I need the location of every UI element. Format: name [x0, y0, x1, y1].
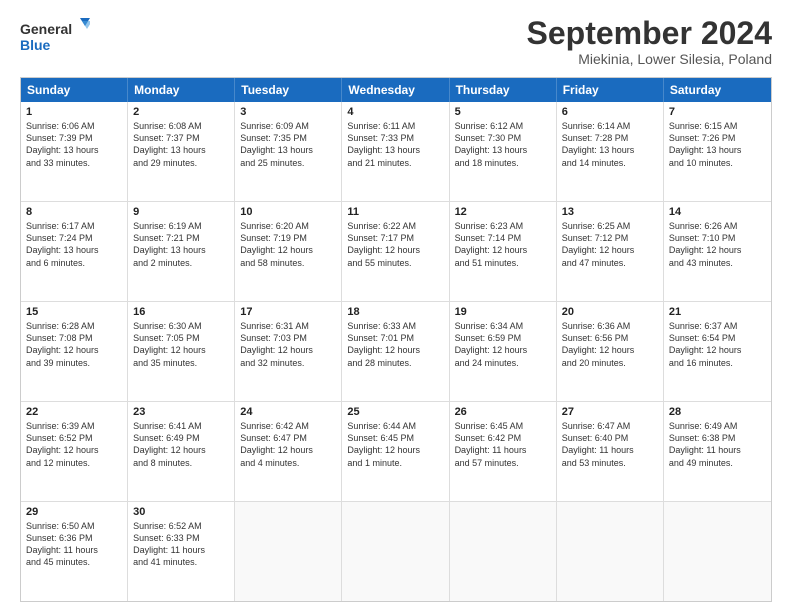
day-empty	[557, 502, 664, 601]
header-tuesday: Tuesday	[235, 78, 342, 102]
calendar-header: Sunday Monday Tuesday Wednesday Thursday…	[21, 78, 771, 102]
day-23: 23Sunrise: 6:41 AM Sunset: 6:49 PM Dayli…	[128, 402, 235, 501]
day-16: 16Sunrise: 6:30 AM Sunset: 7:05 PM Dayli…	[128, 302, 235, 401]
day-5: 5Sunrise: 6:12 AM Sunset: 7:30 PM Daylig…	[450, 102, 557, 201]
day-1: 1Sunrise: 6:06 AM Sunset: 7:39 PM Daylig…	[21, 102, 128, 201]
day-21: 21Sunrise: 6:37 AM Sunset: 6:54 PM Dayli…	[664, 302, 771, 401]
header-thursday: Thursday	[450, 78, 557, 102]
day-19: 19Sunrise: 6:34 AM Sunset: 6:59 PM Dayli…	[450, 302, 557, 401]
week-row-0: 1Sunrise: 6:06 AM Sunset: 7:39 PM Daylig…	[21, 102, 771, 202]
calendar: Sunday Monday Tuesday Wednesday Thursday…	[20, 77, 772, 602]
header-wednesday: Wednesday	[342, 78, 449, 102]
week-row-2: 15Sunrise: 6:28 AM Sunset: 7:08 PM Dayli…	[21, 302, 771, 402]
header-friday: Friday	[557, 78, 664, 102]
day-4: 4Sunrise: 6:11 AM Sunset: 7:33 PM Daylig…	[342, 102, 449, 201]
day-30: 30Sunrise: 6:52 AM Sunset: 6:33 PM Dayli…	[128, 502, 235, 601]
day-18: 18Sunrise: 6:33 AM Sunset: 7:01 PM Dayli…	[342, 302, 449, 401]
calendar-body: 1Sunrise: 6:06 AM Sunset: 7:39 PM Daylig…	[21, 102, 771, 601]
day-27: 27Sunrise: 6:47 AM Sunset: 6:40 PM Dayli…	[557, 402, 664, 501]
week-row-3: 22Sunrise: 6:39 AM Sunset: 6:52 PM Dayli…	[21, 402, 771, 502]
day-25: 25Sunrise: 6:44 AM Sunset: 6:45 PM Dayli…	[342, 402, 449, 501]
month-title: September 2024	[527, 16, 772, 51]
title-block: September 2024 Miekinia, Lower Silesia, …	[527, 16, 772, 67]
header-sunday: Sunday	[21, 78, 128, 102]
day-empty	[664, 502, 771, 601]
day-22: 22Sunrise: 6:39 AM Sunset: 6:52 PM Dayli…	[21, 402, 128, 501]
day-14: 14Sunrise: 6:26 AM Sunset: 7:10 PM Dayli…	[664, 202, 771, 301]
header-monday: Monday	[128, 78, 235, 102]
svg-text:Blue: Blue	[20, 37, 51, 53]
day-29: 29Sunrise: 6:50 AM Sunset: 6:36 PM Dayli…	[21, 502, 128, 601]
day-3: 3Sunrise: 6:09 AM Sunset: 7:35 PM Daylig…	[235, 102, 342, 201]
day-9: 9Sunrise: 6:19 AM Sunset: 7:21 PM Daylig…	[128, 202, 235, 301]
day-20: 20Sunrise: 6:36 AM Sunset: 6:56 PM Dayli…	[557, 302, 664, 401]
subtitle: Miekinia, Lower Silesia, Poland	[527, 51, 772, 67]
day-2: 2Sunrise: 6:08 AM Sunset: 7:37 PM Daylig…	[128, 102, 235, 201]
svg-text:General: General	[20, 21, 72, 37]
day-8: 8Sunrise: 6:17 AM Sunset: 7:24 PM Daylig…	[21, 202, 128, 301]
day-empty	[450, 502, 557, 601]
day-28: 28Sunrise: 6:49 AM Sunset: 6:38 PM Dayli…	[664, 402, 771, 501]
day-15: 15Sunrise: 6:28 AM Sunset: 7:08 PM Dayli…	[21, 302, 128, 401]
day-6: 6Sunrise: 6:14 AM Sunset: 7:28 PM Daylig…	[557, 102, 664, 201]
day-13: 13Sunrise: 6:25 AM Sunset: 7:12 PM Dayli…	[557, 202, 664, 301]
week-row-4: 29Sunrise: 6:50 AM Sunset: 6:36 PM Dayli…	[21, 502, 771, 601]
header: General Blue September 2024 Miekinia, Lo…	[20, 16, 772, 67]
day-26: 26Sunrise: 6:45 AM Sunset: 6:42 PM Dayli…	[450, 402, 557, 501]
day-12: 12Sunrise: 6:23 AM Sunset: 7:14 PM Dayli…	[450, 202, 557, 301]
day-10: 10Sunrise: 6:20 AM Sunset: 7:19 PM Dayli…	[235, 202, 342, 301]
day-empty	[342, 502, 449, 601]
day-empty	[235, 502, 342, 601]
logo-svg: General Blue	[20, 16, 90, 56]
day-11: 11Sunrise: 6:22 AM Sunset: 7:17 PM Dayli…	[342, 202, 449, 301]
day-7: 7Sunrise: 6:15 AM Sunset: 7:26 PM Daylig…	[664, 102, 771, 201]
week-row-1: 8Sunrise: 6:17 AM Sunset: 7:24 PM Daylig…	[21, 202, 771, 302]
day-24: 24Sunrise: 6:42 AM Sunset: 6:47 PM Dayli…	[235, 402, 342, 501]
day-17: 17Sunrise: 6:31 AM Sunset: 7:03 PM Dayli…	[235, 302, 342, 401]
header-saturday: Saturday	[664, 78, 771, 102]
page: General Blue September 2024 Miekinia, Lo…	[0, 0, 792, 612]
logo: General Blue	[20, 16, 90, 56]
